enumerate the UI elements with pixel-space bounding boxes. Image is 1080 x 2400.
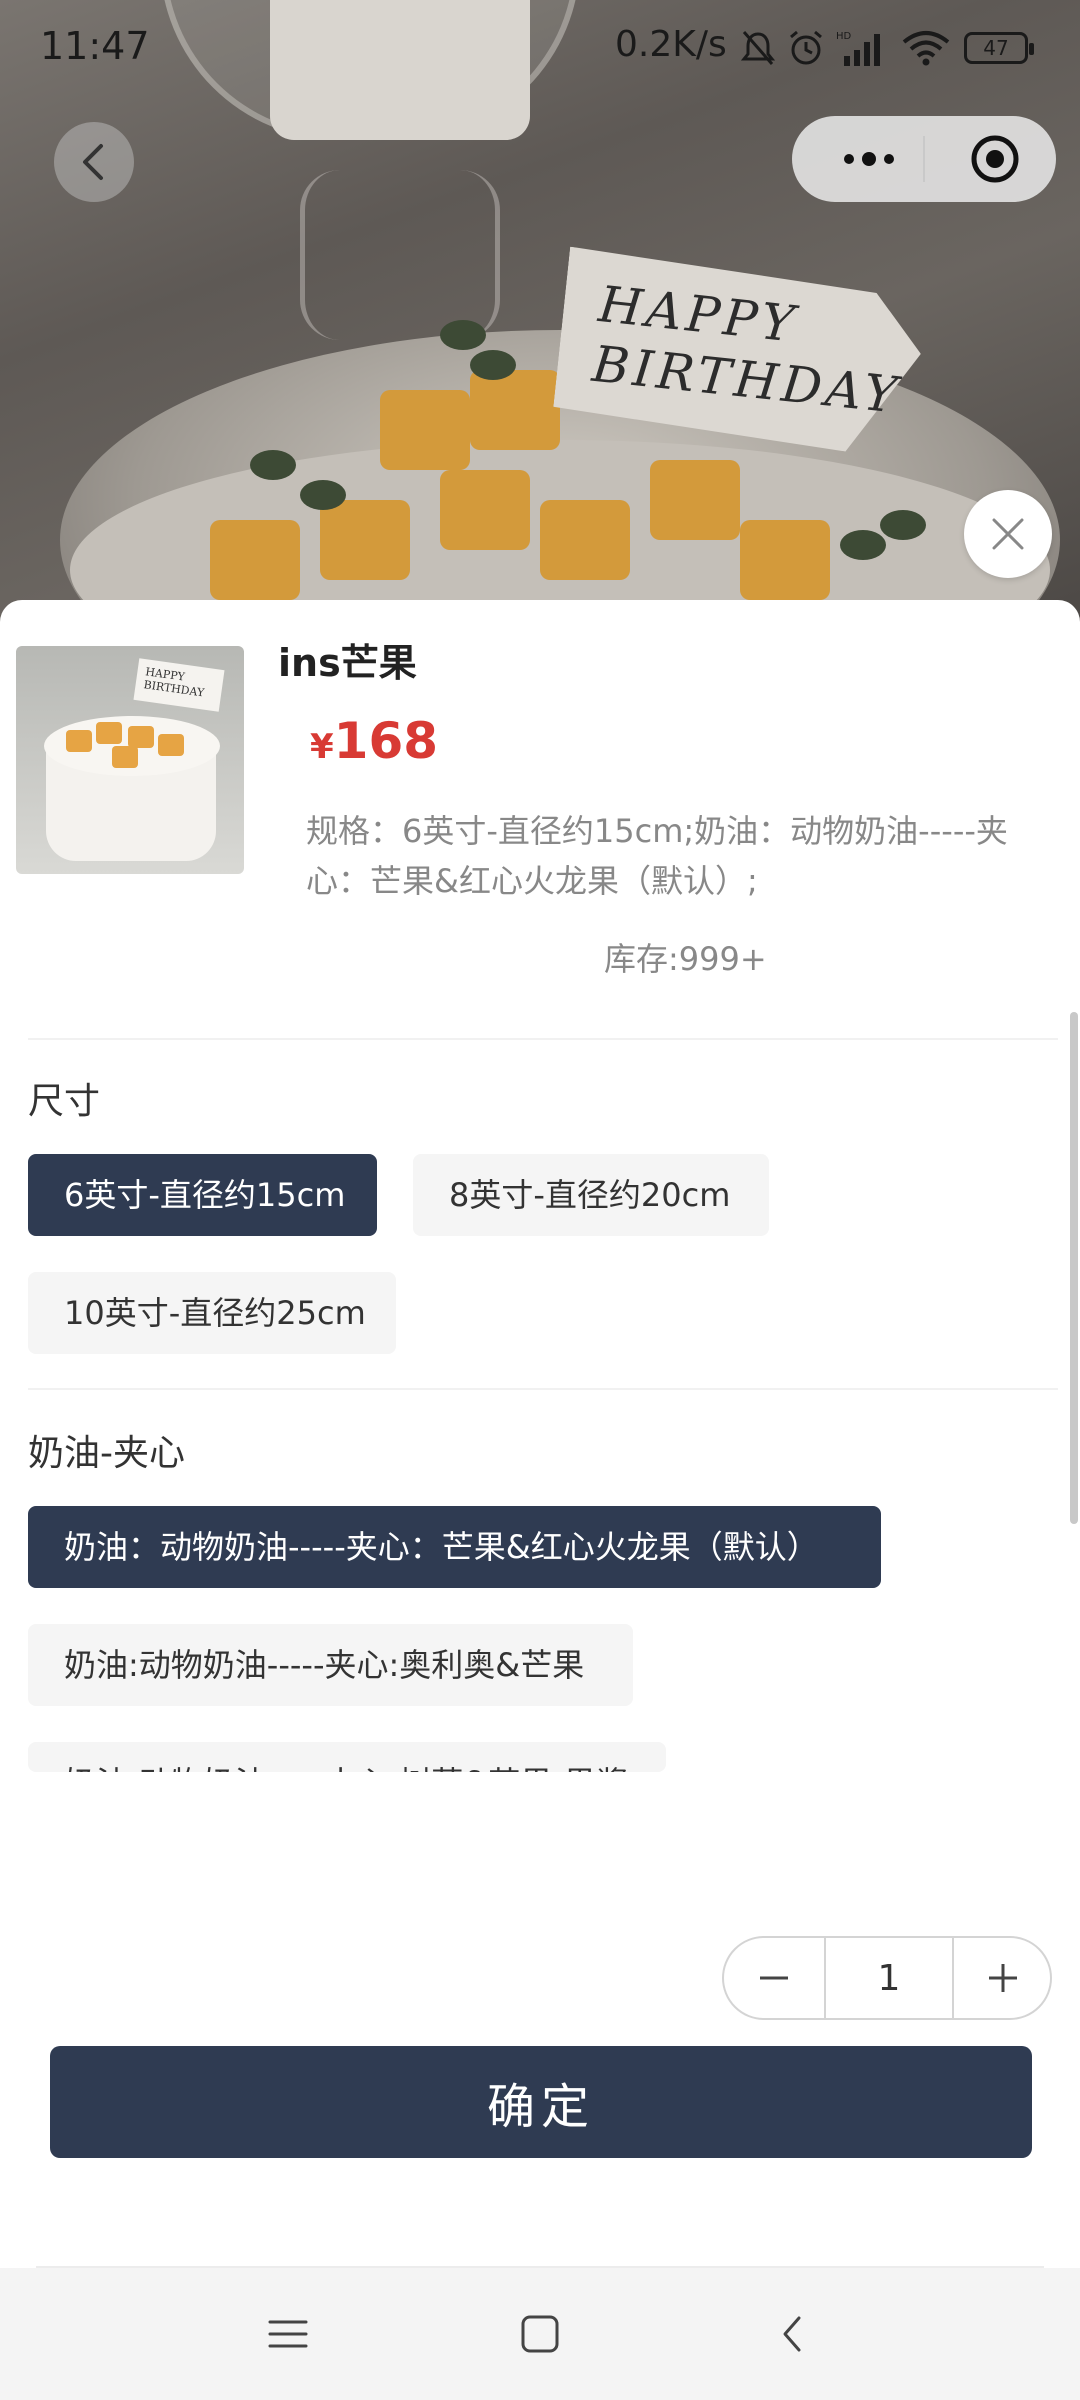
close-sheet-button[interactable] — [964, 490, 1052, 578]
divider — [28, 1038, 1058, 1040]
more-button[interactable] — [824, 116, 914, 202]
home-nav-button[interactable] — [500, 2298, 580, 2370]
thumb-mango — [96, 722, 122, 744]
selected-spec: 规格：6英寸-直径约15cm;奶油：动物奶油-----夹心：芒果&红心火龙果（默… — [306, 812, 1008, 900]
leaf — [440, 320, 486, 350]
cake-stand-stem — [300, 170, 500, 340]
battery-icon: 47 — [964, 32, 1034, 64]
back-button[interactable] — [54, 122, 134, 202]
miniprogram-capsule — [792, 116, 1056, 202]
leaf — [470, 350, 516, 380]
size-option[interactable]: 10英寸-直径约25cm — [28, 1272, 396, 1354]
stock-count: 库存:999+ — [604, 940, 767, 978]
minus-icon — [760, 1976, 788, 1980]
back-arrow-icon — [783, 2316, 801, 2352]
currency-symbol: ¥ — [310, 727, 334, 767]
mute-icon — [740, 31, 776, 65]
mango-piece — [380, 390, 470, 470]
mango-piece — [440, 470, 530, 550]
target-icon — [971, 135, 1019, 183]
filling-section-title: 奶油-夹心 — [28, 1433, 185, 1474]
size-option[interactable]: 8英寸-直径约20cm — [413, 1154, 769, 1236]
thumb-mango — [66, 730, 92, 752]
product-thumbnail: HAPPY BIRTHDAY — [16, 646, 244, 874]
price-amount: 168 — [333, 712, 439, 770]
plus-icon — [989, 1964, 1017, 1992]
battery-level: 47 — [983, 36, 1009, 60]
mango-piece — [320, 500, 410, 580]
exit-miniprogram-button[interactable] — [952, 116, 1038, 202]
more-dots-icon — [844, 152, 894, 166]
scrollbar[interactable] — [1070, 1012, 1078, 1524]
decrease-quantity-button[interactable] — [724, 1938, 826, 2018]
menu-icon — [268, 2320, 308, 2348]
quantity-value[interactable]: 1 — [826, 1938, 952, 2018]
mango-piece — [740, 520, 830, 600]
product-hero-image: HAPPY BIRTHDAY — [0, 0, 1080, 640]
svg-text:HD: HD — [836, 31, 852, 42]
product-title: ins芒果 — [278, 641, 417, 685]
size-section-title: 尺寸 — [28, 1081, 101, 1122]
mango-piece — [540, 500, 630, 580]
status-time: 11:47 — [40, 24, 150, 68]
chevron-left-icon — [83, 144, 103, 180]
system-navigation-bar — [0, 2268, 1080, 2400]
leaf — [880, 510, 926, 540]
mango-piece — [210, 520, 300, 600]
capsule-divider — [923, 136, 925, 182]
close-icon — [992, 518, 1024, 550]
quantity-stepper: 1 — [722, 1936, 1052, 2020]
alarm-icon — [790, 30, 822, 65]
thumb-topper: HAPPY BIRTHDAY — [133, 658, 225, 712]
signal-icon: HD — [836, 31, 880, 66]
filling-option[interactable]: 奶油：动物奶油-----夹心：芒果&红心火龙果（默认） — [28, 1506, 881, 1588]
increase-quantity-button[interactable] — [952, 1938, 1052, 2018]
home-square-icon — [521, 2315, 559, 2353]
filling-option[interactable]: 奶油:动物奶油-----夹心:树莓&芒果-果酱 — [28, 1742, 666, 1772]
leaf — [840, 530, 886, 560]
wifi-icon — [902, 31, 950, 66]
leaf — [250, 450, 296, 480]
mango-piece — [650, 460, 740, 540]
leaf — [300, 480, 346, 510]
product-price: ¥168 — [310, 712, 438, 770]
network-speed: 0.2K/s — [615, 24, 727, 65]
status-bar: 11:47 0.2K/s HD 47 — [0, 0, 1080, 96]
size-option[interactable]: 6英寸-直径约15cm — [28, 1154, 377, 1236]
divider — [28, 1388, 1058, 1390]
filling-option[interactable]: 奶油:动物奶油-----夹心:奥利奥&芒果 — [28, 1624, 633, 1706]
confirm-button[interactable]: 确定 — [50, 2046, 1032, 2158]
thumb-mango — [112, 746, 138, 768]
thumb-mango — [158, 734, 184, 756]
mango-piece — [470, 370, 560, 450]
thumb-mango — [128, 726, 154, 748]
menu-nav-button[interactable] — [248, 2298, 328, 2370]
back-nav-button[interactable] — [752, 2298, 832, 2370]
